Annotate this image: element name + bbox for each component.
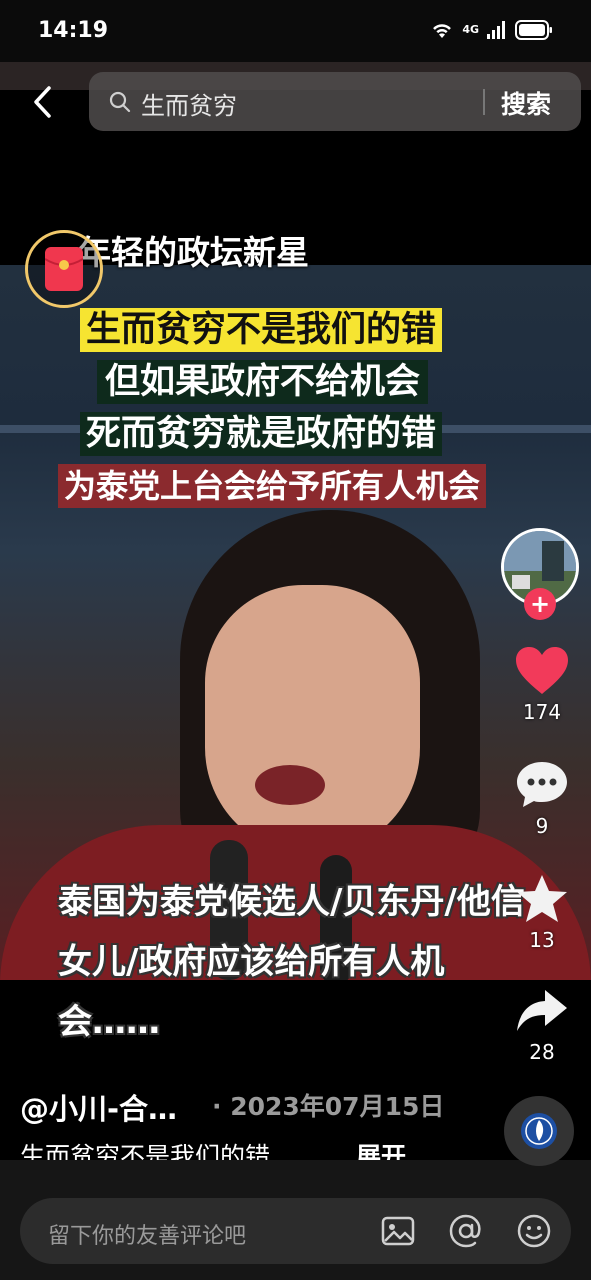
search-input[interactable]: 生而贫穷 xyxy=(141,86,237,121)
comment-button[interactable]: 9 xyxy=(506,760,578,838)
search-icon xyxy=(109,91,131,113)
comment-input-bar[interactable]: 留下你的友善评论吧 xyxy=(20,1198,571,1264)
emoji-icon[interactable] xyxy=(516,1213,552,1249)
music-disc-icon xyxy=(521,1113,557,1149)
status-time: 14:19 xyxy=(38,18,109,43)
post-date: · 2023年07月15日 xyxy=(212,1092,445,1121)
favorite-count: 13 xyxy=(529,928,555,952)
speaker-mouth xyxy=(255,765,325,805)
follow-button[interactable]: + xyxy=(524,588,556,620)
speaker-face xyxy=(205,585,420,855)
search-button[interactable]: 搜索 xyxy=(501,85,551,121)
video-caption: 生而贫穷不是我们的错 xyxy=(80,308,443,352)
search-box[interactable]: 生而贫穷 搜索 xyxy=(89,72,581,131)
share-count: 28 xyxy=(529,1040,555,1064)
red-packet-button[interactable] xyxy=(25,230,103,308)
video-subtitle: 泰国为泰党候选人/贝东丹/他信女儿/政府应该给所有人机会…… xyxy=(58,882,525,1042)
share-button[interactable]: 28 xyxy=(506,986,578,1064)
status-icons: 4G xyxy=(430,20,553,40)
back-button[interactable] xyxy=(22,80,62,124)
status-bar: 14:19 4G xyxy=(0,0,591,62)
search-divider xyxy=(483,89,485,115)
video-caption: 死而贫穷就是政府的错 xyxy=(80,412,443,456)
video-caption: 但如果政府不给机会 xyxy=(97,360,429,404)
wifi-icon xyxy=(433,24,452,38)
like-button[interactable]: 174 xyxy=(506,646,578,724)
network-label: 4G xyxy=(462,23,479,36)
video-header-text: 年轻的政坛新星 xyxy=(78,233,309,272)
comment-icon xyxy=(517,762,567,807)
signal-icon xyxy=(487,21,505,39)
chevron-left-icon xyxy=(34,86,51,118)
heart-icon xyxy=(516,647,568,694)
video-caption: 为泰党上台会给予所有人机会 xyxy=(58,464,487,508)
comment-input[interactable]: 留下你的友善评论吧 xyxy=(48,1218,246,1250)
music-disc-button[interactable] xyxy=(504,1096,574,1166)
star-icon xyxy=(517,875,567,922)
share-arrow-icon xyxy=(517,990,567,1031)
favorite-button[interactable]: 13 xyxy=(506,874,578,952)
image-icon[interactable] xyxy=(380,1213,416,1249)
battery-icon xyxy=(515,20,552,40)
comment-count: 9 xyxy=(535,814,549,838)
red-envelope-icon xyxy=(45,247,83,291)
like-count: 174 xyxy=(522,700,562,724)
author-name[interactable]: @小川-合… xyxy=(20,1086,177,1128)
at-mention-icon[interactable] xyxy=(448,1213,484,1249)
